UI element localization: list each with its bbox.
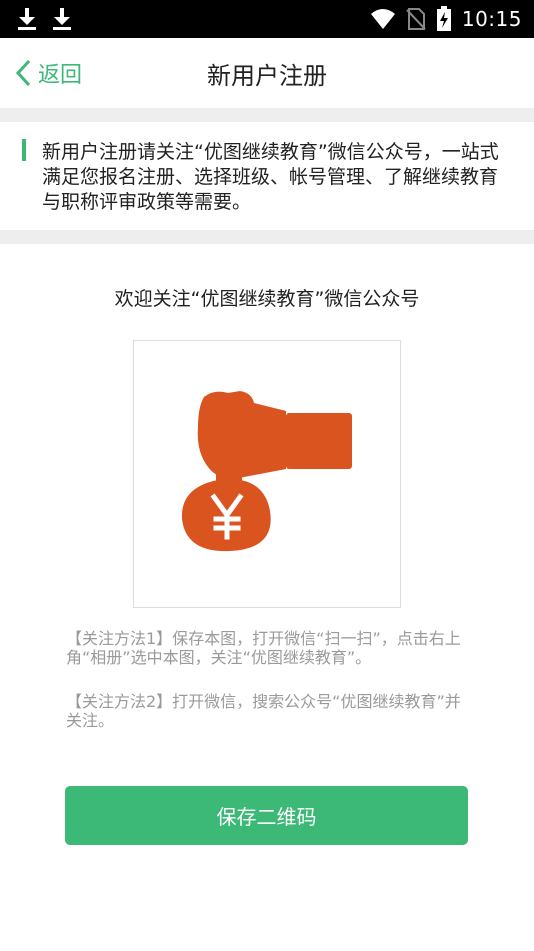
nav-bar: 返回 新用户注册 — [0, 38, 534, 108]
battery-charging-icon — [436, 6, 451, 31]
notice-text: 新用户注册请关注“优图继续教育”微信公众号，一站式满足您报名注册、选择班级、帐号… — [42, 141, 499, 213]
status-time: 10:15 — [461, 7, 522, 31]
section-divider — [0, 230, 534, 244]
status-bar: 10:15 — [0, 0, 534, 38]
notice-panel: 新用户注册请关注“优图继续教育”微信公众号，一站式满足您报名注册、选择班级、帐号… — [0, 122, 534, 230]
notice-accent-bar — [22, 139, 26, 161]
follow-method-1: 【关注方法1】保存本图，打开微信“扫一扫”，点击右上角“相册”选中本图，关注“优… — [66, 629, 461, 667]
download-icon — [18, 8, 36, 30]
follow-method-2: 【关注方法2】打开微信，搜索公众号“优图继续教育”并关注。 — [66, 692, 461, 730]
download-icon — [53, 8, 71, 30]
wifi-icon — [370, 9, 395, 29]
section-divider — [0, 108, 534, 122]
no-sim-icon — [406, 8, 426, 30]
qr-code-image[interactable] — [133, 340, 401, 608]
hand-money-bag-icon — [181, 391, 352, 552]
page-title: 新用户注册 — [207, 62, 327, 90]
welcome-text: 欢迎关注“优图继续教育”微信公众号 — [114, 288, 420, 310]
save-qr-button[interactable]: 保存二维码 — [65, 786, 468, 845]
